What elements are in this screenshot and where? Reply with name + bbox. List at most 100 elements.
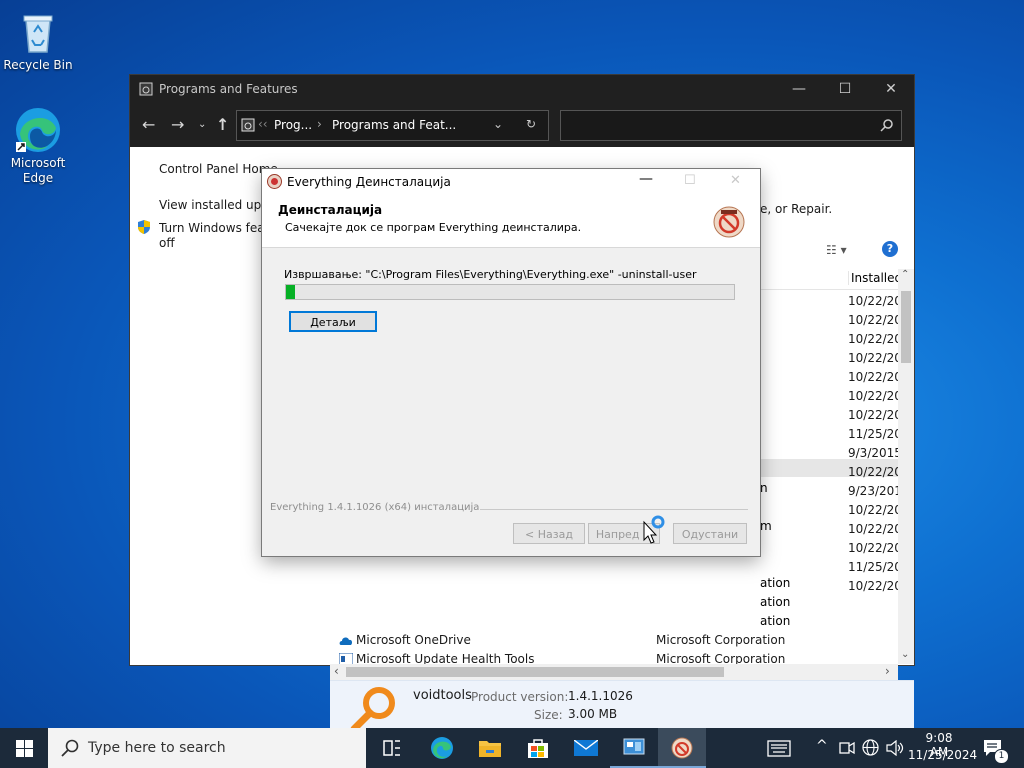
help-icon[interactable]: ? [882, 241, 898, 257]
uninstall-disc-icon [671, 737, 693, 759]
installed-date-cell: 10/22/202 [848, 313, 900, 327]
vertical-scrollbar[interactable]: ⌃ ⌄ [898, 269, 914, 664]
search-input[interactable] [560, 110, 902, 141]
taskbar-store[interactable] [514, 728, 562, 768]
installed-date-cell: 11/25/202 [848, 560, 900, 574]
uninstall-disc-icon [713, 206, 745, 238]
search-placeholder: Type here to search [88, 740, 226, 756]
table-row[interactable]: Microsoft OneDrive Microsoft Corporation [330, 631, 900, 650]
touch-keyboard-icon[interactable] [767, 740, 791, 757]
turn-windows-features-link-cont[interactable]: off [159, 236, 175, 250]
details-size-label: Size: [534, 708, 563, 722]
task-view-button[interactable] [368, 728, 416, 768]
uninstall-dialog: Everything Деинсталација — ☐ ✕ Деинстала… [262, 169, 760, 556]
dialog-minimize-button[interactable]: — [639, 171, 653, 187]
taskbar-control-panel[interactable] [610, 728, 658, 768]
details-publisher: voidtools [413, 688, 472, 703]
windows-start-icon[interactable] [16, 740, 33, 757]
taskbar-search-box[interactable]: Type here to search [48, 728, 366, 768]
recent-chevron-icon[interactable]: ⌄ [198, 119, 206, 130]
breadcrumb-chevron-icon: › [317, 117, 322, 131]
installed-date-cell: 10/22/202 [848, 370, 900, 384]
program-name: Microsoft OneDrive [356, 633, 471, 647]
back-arrow-icon[interactable]: ← [142, 115, 155, 134]
installed-date-cell: 10/22/202 [848, 579, 900, 593]
dialog-maximize-button: ☐ [684, 173, 696, 188]
status-text: Извршавање: "C:\Program Files\Everything… [284, 268, 697, 281]
dialog-header-subtitle: Сачекајте док се програм Everything деин… [285, 221, 582, 234]
search-icon [880, 119, 893, 132]
details-size: 3.00 MB [568, 707, 618, 721]
window-title: Programs and Features [159, 82, 298, 96]
installed-date-cell: 10/22/202 [848, 351, 900, 365]
task-view-icon [383, 740, 400, 756]
search-icon [61, 739, 79, 757]
edge-desktop-icon[interactable]: Microsoft Edge [0, 106, 76, 186]
progress-bar [285, 284, 735, 300]
scroll-down-icon[interactable]: ⌄ [901, 649, 909, 660]
minimize-button[interactable]: — [776, 75, 822, 103]
dialog-close-button: ✕ [730, 173, 741, 188]
recycle-bin-label: Recycle Bin [3, 58, 73, 72]
scroll-up-icon[interactable]: ⌃ [901, 269, 909, 280]
view-options-icon[interactable]: ☷ ▾ [826, 243, 847, 257]
taskbar-mail[interactable] [562, 728, 610, 768]
address-dropdown-icon[interactable]: ⌄ [493, 117, 503, 131]
scroll-right-icon[interactable]: › [885, 664, 890, 678]
mail-icon [574, 740, 598, 756]
program-publisher: Microsoft Corporation [656, 633, 786, 647]
refresh-icon[interactable]: ↻ [526, 117, 536, 131]
taskbar-edge[interactable] [418, 728, 466, 768]
breadcrumb-overflow-icon[interactable]: ‹‹ [258, 117, 268, 131]
everything-app-icon [267, 174, 282, 189]
publisher-fragment: ation [760, 595, 791, 609]
details-button[interactable]: Детаљи [289, 311, 377, 332]
footer-divider [480, 509, 748, 510]
breadcrumb-item[interactable]: Programs and Feat... [332, 118, 456, 132]
publisher-fragment: ation [760, 614, 791, 628]
edge-label: Microsoft Edge [10, 156, 66, 185]
column-installed-on[interactable]: Installed ( [848, 271, 903, 285]
recycle-bin-desktop-icon[interactable]: Recycle Bin [0, 8, 76, 73]
busy-cursor-icon [643, 515, 665, 544]
installed-date-cell: 9/3/2015 [848, 446, 900, 460]
scroll-left-icon[interactable]: ‹ [334, 664, 339, 678]
recycle-bin-icon [14, 8, 62, 56]
installer-brand: Everything 1.4.1.1026 (x64) инсталација [270, 502, 480, 513]
close-button[interactable]: ✕ [868, 75, 914, 103]
forward-arrow-icon[interactable]: → [171, 115, 184, 134]
control-panel-home-link[interactable]: Control Panel Home [159, 162, 278, 176]
dialog-title: Everything Деинсталација [287, 175, 451, 189]
instruction-text: e, or Repair. [760, 202, 833, 216]
hscroll-thumb[interactable] [346, 667, 724, 677]
network-globe-icon[interactable] [862, 739, 879, 756]
up-arrow-icon[interactable]: ↑ [216, 115, 229, 134]
details-version-label: Product version: [471, 690, 569, 704]
volume-icon[interactable] [886, 740, 904, 756]
store-icon [528, 739, 548, 758]
clock-date[interactable]: 11/25/2024 [908, 748, 977, 762]
breadcrumb-item[interactable]: Prog... [274, 118, 312, 132]
meet-now-icon[interactable] [839, 740, 855, 756]
shield-icon [138, 220, 150, 234]
back-button: < Назад [513, 523, 585, 544]
folder-icon [479, 741, 501, 757]
installed-date-cell: 10/22/202 [848, 389, 900, 403]
onedrive-icon [339, 637, 353, 645]
horizontal-scrollbar[interactable]: ‹ › [330, 664, 898, 680]
dialog-header: Деинсталација Сачекајте док се програм E… [262, 195, 760, 248]
maximize-button[interactable]: ☐ [822, 75, 868, 103]
installed-date-cell: 10/22/202 [848, 332, 900, 346]
details-version: 1.4.1.1026 [568, 689, 633, 703]
show-hidden-icons-chevron[interactable]: ^ [816, 738, 828, 754]
address-bar[interactable]: ‹‹ Prog... › Programs and Feat... ⌄ ↻ [236, 110, 549, 141]
scrollbar-thumb[interactable] [901, 291, 911, 363]
installed-date-cell: 10/22/202 [848, 294, 900, 308]
installed-date-cell: 11/25/202 [848, 427, 900, 441]
installed-date-cell: 10/22/202 [848, 465, 900, 479]
installed-date-cell: 10/22/202 [848, 408, 900, 422]
notification-count-badge: 1 [994, 749, 1009, 764]
taskbar-file-explorer[interactable] [466, 728, 514, 768]
taskbar-everything-uninstaller[interactable] [658, 728, 706, 768]
publisher-fragment: m [760, 519, 772, 533]
